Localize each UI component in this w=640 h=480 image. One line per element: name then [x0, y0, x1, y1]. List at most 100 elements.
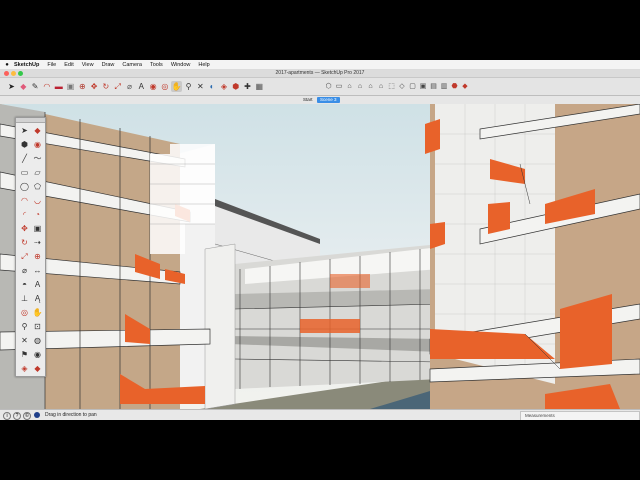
palette-polygon-icon[interactable]: ⬠ [32, 181, 43, 192]
palette-arc3-icon[interactable]: ◜ [19, 209, 30, 220]
tape-measure-button[interactable]: ⌀ [124, 81, 135, 92]
palette-freehand-icon[interactable]: 〜 [32, 153, 43, 164]
palette-tape-icon[interactable]: ⌀ [19, 265, 30, 276]
scale-button[interactable]: ⤢ [112, 81, 123, 92]
select-button[interactable]: ➤ [6, 81, 17, 92]
palette-pushpull-icon[interactable]: ▣ [32, 223, 43, 234]
palette-eraser-icon[interactable]: ◆ [32, 125, 43, 136]
extension-button[interactable]: ✚ [242, 81, 253, 92]
wireframe-style-icon: ◇ [399, 83, 405, 90]
info-icon[interactable]: i [3, 412, 11, 420]
menu-view[interactable]: View [82, 62, 94, 68]
move-button[interactable]: ✥ [89, 81, 100, 92]
paint-bucket-button[interactable]: ◉ [148, 81, 159, 92]
rotate-button[interactable]: ↻ [100, 81, 111, 92]
zoom-icon: ⚲ [185, 82, 192, 91]
arc-icon: ◠ [43, 82, 51, 91]
tab-start[interactable]: Start [300, 97, 316, 103]
palette-axes-icon[interactable]: ⊥ [19, 293, 30, 304]
window-titlebar: 2017-apartments — SketchUp Pro 2017 [0, 69, 640, 78]
palette-header[interactable] [16, 118, 45, 123]
palette-3dtext-icon[interactable]: Ą [32, 293, 43, 304]
rectangle-button[interactable]: ▬ [53, 81, 64, 92]
zoom-extents-button[interactable]: ✕ [195, 81, 206, 92]
ruby-console-tool-button[interactable]: ◆ [460, 81, 471, 92]
hidden-line-style-button[interactable]: ▢ [407, 81, 418, 92]
layout-button[interactable]: ▦ [254, 81, 265, 92]
menu-help[interactable]: Help [198, 62, 209, 68]
palette-section-icon[interactable]: ◈ [19, 363, 30, 374]
text-button[interactable]: A [136, 81, 147, 92]
palette-text-icon[interactable]: A [32, 279, 43, 290]
palette-followme-icon[interactable]: ⇢ [32, 237, 43, 248]
component-tool-button[interactable]: ⬣ [449, 81, 460, 92]
menu-tools[interactable]: Tools [150, 62, 163, 68]
menu-file[interactable]: File [47, 62, 56, 68]
wireframe-style-button[interactable]: ◇ [397, 81, 408, 92]
arc-button[interactable]: ◠ [41, 81, 52, 92]
credits-icon[interactable]: © [23, 412, 31, 420]
menu-edit[interactable]: Edit [64, 62, 73, 68]
palette-arc2-icon[interactable]: ◡ [32, 195, 43, 206]
instructor-icon[interactable] [34, 412, 40, 418]
right-view-button[interactable]: ⌂ [355, 81, 366, 92]
orbit-button[interactable]: ◎ [159, 81, 170, 92]
monochrome-style-button[interactable]: ▥ [439, 81, 450, 92]
palette-circle-icon[interactable]: ◯ [19, 181, 30, 192]
xray-style-button[interactable]: ⬚ [386, 81, 397, 92]
measurements-box[interactable]: Measurements [520, 411, 640, 420]
palette-rot-rect-icon[interactable]: ▱ [32, 167, 43, 178]
front-view-button[interactable]: ⌂ [344, 81, 355, 92]
sketchup-window: ● SketchUp File Edit View Draw Camera Tools Win… [0, 60, 640, 420]
palette-sectionfill-icon[interactable]: ◆ [32, 363, 43, 374]
palette-pan-icon[interactable]: ✋ [32, 307, 43, 318]
section-plane-button[interactable]: ◈ [218, 81, 229, 92]
front-view-icon: ⌂ [347, 83, 352, 90]
shaded-style-button[interactable]: ▣ [418, 81, 429, 92]
palette-rect-icon[interactable]: ▭ [19, 167, 30, 178]
palette-walk-icon[interactable]: ⚑ [19, 349, 30, 360]
offset-button[interactable]: ⊕ [77, 81, 88, 92]
iso-view-button[interactable]: ⬡ [323, 81, 334, 92]
eraser-button[interactable]: ◆ [18, 81, 29, 92]
pan-button[interactable]: ✋ [171, 81, 183, 92]
palette-position-icon[interactable]: ◍ [32, 335, 43, 346]
zoom-button[interactable]: ⚲ [183, 81, 194, 92]
palette-orbit-icon[interactable]: ◎ [19, 307, 30, 318]
top-view-icon: ▭ [335, 83, 343, 90]
menu-sketchup[interactable]: SketchUp [14, 62, 39, 68]
palette-scale-icon[interactable]: ⤢ [19, 251, 30, 262]
palette-move-icon[interactable]: ✥ [19, 223, 30, 234]
textured-style-button[interactable]: ▤ [428, 81, 439, 92]
palette-offset-icon[interactable]: ⊕ [32, 251, 43, 262]
palette-component-icon[interactable]: ⬢ [19, 139, 30, 150]
palette-pie-icon[interactable]: ◔ [32, 209, 43, 220]
palette-arc-icon[interactable]: ◠ [19, 195, 30, 206]
palette-dimension-icon[interactable]: ↔ [32, 265, 43, 276]
menu-camera[interactable]: Camera [122, 62, 142, 68]
monochrome-style-icon: ▥ [440, 83, 448, 90]
menu-window[interactable]: Window [171, 62, 191, 68]
palette-extents-icon[interactable]: ✕ [19, 335, 30, 346]
pencil-button[interactable]: ✎ [30, 81, 41, 92]
pushpull-button[interactable]: ▣ [65, 81, 76, 92]
warehouse-button[interactable]: ⬢ [230, 81, 241, 92]
palette-line-icon[interactable]: ╱ [19, 153, 30, 164]
previous-view-button[interactable]: ◐ [207, 81, 218, 92]
select-icon: ➤ [8, 82, 15, 91]
palette-lookaround-icon[interactable]: ◉ [32, 349, 43, 360]
palette-protractor-icon[interactable]: ◓ [19, 279, 30, 290]
palette-select-icon[interactable]: ➤ [19, 125, 30, 136]
palette-rotate-icon[interactable]: ↻ [19, 237, 30, 248]
top-view-button[interactable]: ▭ [334, 81, 345, 92]
model-viewport[interactable] [0, 104, 640, 409]
tab-scene-3[interactable]: Scene 3 [317, 97, 340, 103]
palette-paint-icon[interactable]: ◉ [32, 139, 43, 150]
help-icon[interactable]: ? [13, 412, 21, 420]
palette-zoom-icon[interactable]: ⚲ [19, 321, 30, 332]
palette-zoomwin-icon[interactable]: ⊡ [32, 321, 43, 332]
left-view-button[interactable]: ⌂ [376, 81, 387, 92]
back-view-button[interactable]: ⌂ [365, 81, 376, 92]
apple-menu-icon[interactable]: ● [0, 62, 14, 68]
menu-draw[interactable]: Draw [102, 62, 115, 68]
